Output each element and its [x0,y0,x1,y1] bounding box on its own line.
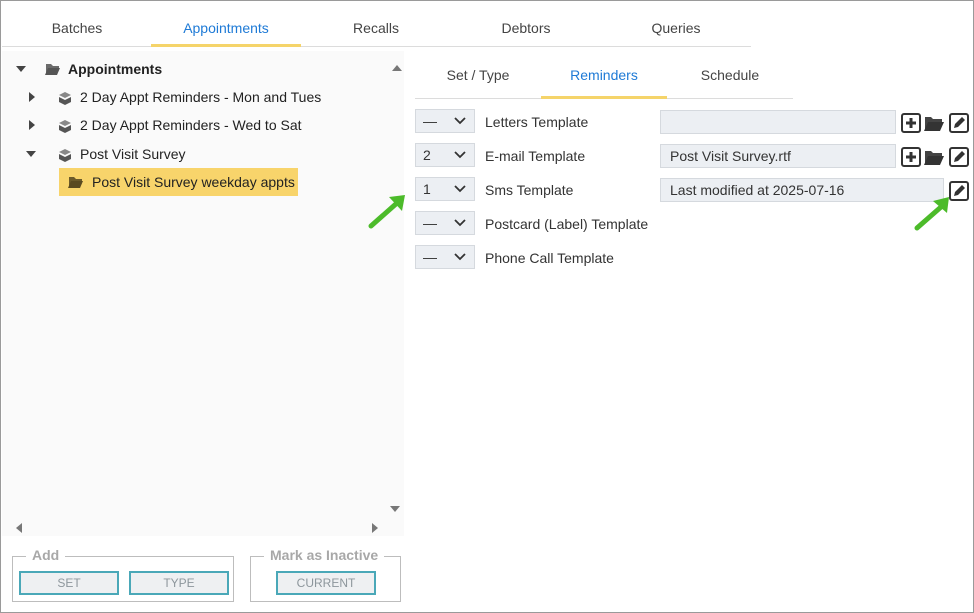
sms-count-select[interactable]: 1 [415,177,475,201]
add-icon[interactable] [901,113,921,133]
scroll-right-arrow[interactable] [372,523,378,533]
add-legend: Add [26,547,66,563]
select-value: 1 [423,181,431,197]
scroll-left-arrow[interactable] [16,523,22,533]
scroll-up-arrow[interactable] [392,65,402,71]
tree-item[interactable]: Post Visit Survey [2,141,382,167]
chevron-down-icon [454,117,466,125]
open-folder-icon [45,64,60,75]
select-value: — [423,113,437,129]
phone-call-count-select[interactable]: — [415,245,475,269]
letters-count-select[interactable]: — [415,109,475,133]
edit-pencil-icon[interactable] [949,147,969,167]
letters-template-field[interactable] [660,110,896,134]
sub-tab-bar: Set / Type Reminders Schedule [415,55,793,99]
tree-item-label: 2 Day Appt Reminders - Mon and Tues [80,89,322,105]
tab-schedule[interactable]: Schedule [667,55,793,99]
select-value: — [423,215,437,231]
mark-inactive-current-button[interactable]: CURRENT [276,571,376,595]
tab-batches[interactable]: Batches [2,11,152,47]
email-template-label: E-mail Template [485,148,586,164]
expand-toggle-icon[interactable] [26,91,38,103]
window-frame: Batches Appointments Recalls Debtors Que… [0,0,974,613]
folder-stack-icon [59,92,71,105]
add-type-button[interactable]: TYPE [129,571,229,595]
chevron-down-icon [454,219,466,227]
tab-set-type[interactable]: Set / Type [415,55,541,99]
tree-root-label: Appointments [68,61,163,77]
open-folder-icon[interactable] [924,113,944,133]
select-value: — [423,249,437,265]
tree-item[interactable]: 2 Day Appt Reminders - Wed to Sat [2,112,382,138]
add-icon[interactable] [901,147,921,167]
sms-template-field[interactable]: Last modified at 2025-07-16 [660,178,944,202]
tab-reminders[interactable]: Reminders [541,55,667,99]
tree-panel: Appointments 2 Day Appt Reminders - Mon … [2,51,404,536]
sms-template-label: Sms Template [485,182,574,198]
scroll-down-arrow[interactable] [390,506,400,512]
top-tab-bar: Batches Appointments Recalls Debtors Que… [2,11,751,47]
postcard-count-select[interactable]: — [415,211,475,235]
annotation-arrow-icon [914,197,949,231]
tree-selected-item[interactable]: Post Visit Survey weekday appts [59,168,298,196]
folder-stack-icon [59,120,71,133]
folder-stack-icon [59,149,71,162]
tree-item-label: Post Visit Survey [80,146,186,162]
tab-debtors[interactable]: Debtors [451,11,601,47]
tree-root-row[interactable]: Appointments [2,56,382,82]
edit-pencil-icon[interactable] [949,113,969,133]
letters-template-label: Letters Template [485,114,589,130]
tab-recalls[interactable]: Recalls [301,11,451,47]
tab-appointments[interactable]: Appointments [151,11,301,47]
email-count-select[interactable]: 2 [415,143,475,167]
open-folder-icon[interactable] [924,147,944,167]
mark-inactive-legend: Mark as Inactive [264,547,385,563]
mark-inactive-group: Mark as Inactive CURRENT [250,547,401,602]
chevron-down-icon [454,185,466,193]
open-folder-icon [68,177,83,188]
tab-queries[interactable]: Queries [601,11,751,47]
collapse-toggle-icon[interactable] [26,148,38,160]
postcard-template-label: Postcard (Label) Template [485,216,649,232]
chevron-down-icon [454,253,466,261]
email-template-field[interactable]: Post Visit Survey.rtf [660,144,896,168]
tree-selected-label: Post Visit Survey weekday appts [92,174,295,190]
expand-toggle-icon[interactable] [26,119,38,131]
annotation-arrow-icon [368,195,405,229]
add-set-button[interactable]: SET [19,571,119,595]
chevron-down-icon [454,151,466,159]
tree-item[interactable]: 2 Day Appt Reminders - Mon and Tues [2,84,382,110]
phone-call-template-label: Phone Call Template [485,250,614,266]
collapse-toggle-icon[interactable] [16,63,28,75]
select-value: 2 [423,147,431,163]
add-group: Add SET TYPE [12,547,234,602]
tree-item-label: 2 Day Appt Reminders - Wed to Sat [80,117,302,133]
